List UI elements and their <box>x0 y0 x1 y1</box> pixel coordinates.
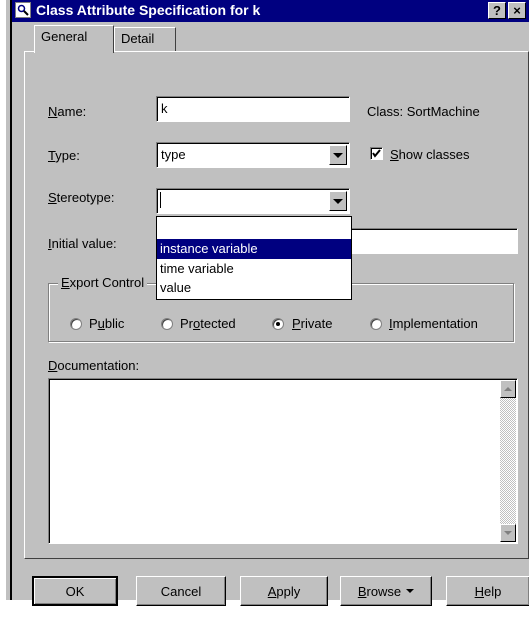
scrollbar-track[interactable] <box>500 398 516 524</box>
stereotype-option-time-variable[interactable]: time variable <box>157 259 351 279</box>
show-classes-label[interactable]: Show classes <box>390 147 469 162</box>
text-cursor <box>160 192 162 208</box>
public-radio[interactable] <box>70 318 82 330</box>
implementation-radio-label[interactable]: Implementation <box>389 316 478 331</box>
tab-detail[interactable]: Detail <box>114 27 176 51</box>
stereotype-combobox[interactable] <box>156 188 350 214</box>
context-help-button[interactable]: ? <box>488 2 506 19</box>
help-button[interactable]: Help <box>446 576 529 606</box>
apply-button-label: Apply <box>267 583 301 599</box>
browse-button[interactable]: Browse <box>340 576 432 606</box>
stereotype-label: Stereotype: <box>48 190 115 205</box>
window-title: Class Attribute Specification for k <box>36 2 261 18</box>
chevron-down-icon <box>406 589 415 593</box>
ok-button-label: OK <box>65 583 85 599</box>
type-combobox-value: type <box>161 147 186 162</box>
arrow-up-icon <box>504 387 512 391</box>
private-radio-label[interactable]: Private <box>292 316 332 331</box>
checkmark-icon <box>372 149 381 158</box>
stereotype-option-instance-variable[interactable]: instance variable <box>157 239 351 259</box>
chevron-down-icon <box>333 198 343 204</box>
stereotype-option-value[interactable]: value <box>157 278 351 298</box>
cancel-button[interactable]: Cancel <box>136 576 226 606</box>
arrow-down-icon <box>504 531 512 535</box>
magnifier-icon <box>15 2 31 18</box>
help-button-label: Help <box>474 583 502 599</box>
public-radio-label[interactable]: Public <box>89 316 124 331</box>
tab-detail-label: Detail <box>121 31 155 46</box>
show-classes-checkbox[interactable] <box>370 147 383 160</box>
name-input[interactable]: k <box>156 96 350 122</box>
ok-button[interactable]: OK <box>32 576 118 606</box>
stereotype-option-empty[interactable] <box>157 218 351 238</box>
documentation-textarea[interactable] <box>48 378 518 544</box>
cancel-button-label: Cancel <box>160 583 202 599</box>
type-dropdown-button[interactable] <box>329 145 347 165</box>
export-control-label: Export Control <box>58 275 148 290</box>
documentation-scrollbar[interactable] <box>500 380 516 542</box>
protected-radio[interactable] <box>161 318 173 330</box>
protected-radio-label[interactable]: Protected <box>180 316 236 331</box>
browse-button-label: Browse <box>357 583 402 599</box>
type-combobox[interactable]: type <box>156 142 350 168</box>
stereotype-dropdown-button[interactable] <box>329 191 347 211</box>
initial-value-label: Initial value: <box>48 236 117 251</box>
documentation-label: Documentation: <box>48 358 140 373</box>
name-label: Name: <box>48 104 87 119</box>
implementation-radio[interactable] <box>370 318 382 330</box>
class-label: Class: SortMachine <box>367 104 480 119</box>
private-radio[interactable] <box>272 318 284 330</box>
name-input-value: k <box>161 101 168 116</box>
apply-button[interactable]: Apply <box>240 576 328 606</box>
stereotype-dropdown-list[interactable]: instance variable time variable value <box>156 216 352 300</box>
close-button[interactable]: × <box>508 2 526 19</box>
tab-general-label: General <box>41 29 88 44</box>
scroll-down-button[interactable] <box>500 524 516 542</box>
scroll-up-button[interactable] <box>500 380 516 398</box>
chevron-down-icon <box>333 152 343 158</box>
type-label: Type: <box>48 148 80 163</box>
window-frame-left <box>0 0 6 600</box>
tab-general[interactable]: General <box>34 25 114 53</box>
title-bar[interactable]: Class Attribute Specification for k ? × <box>12 0 529 22</box>
radio-selected-dot <box>276 322 280 326</box>
